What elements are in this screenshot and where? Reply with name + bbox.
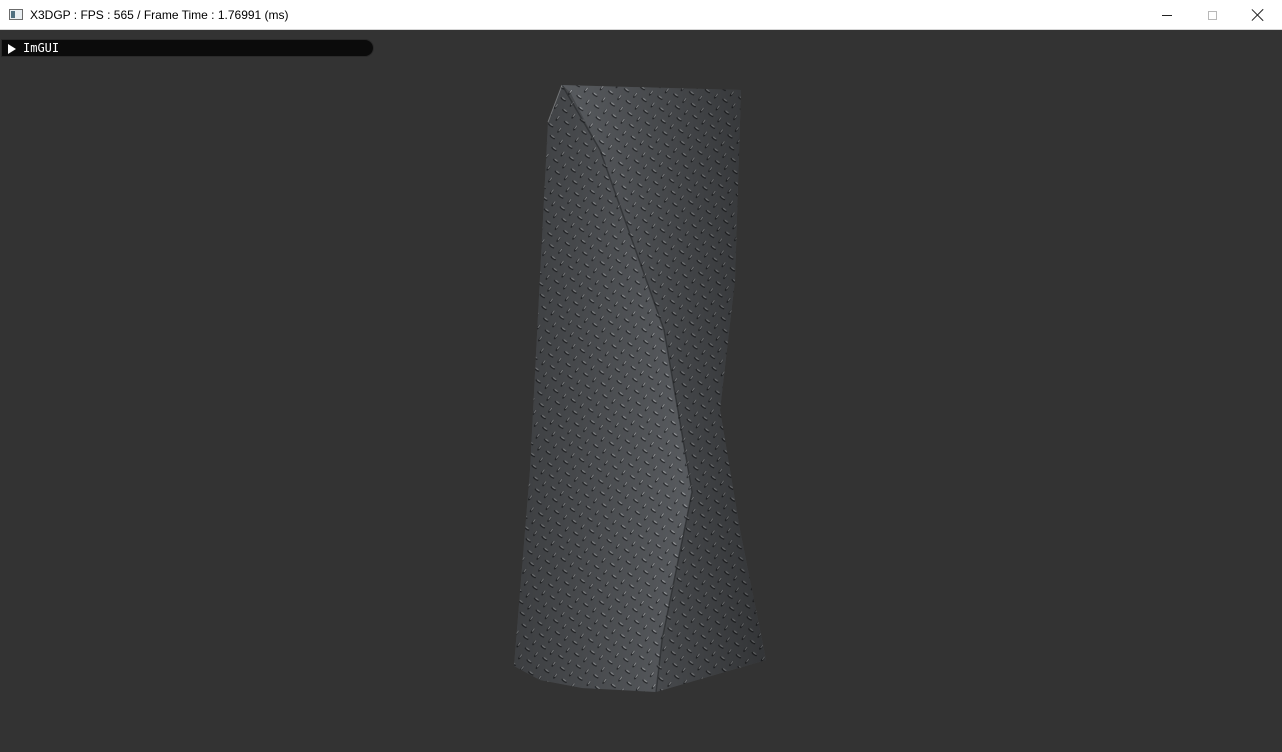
- minimize-icon: [1162, 14, 1172, 16]
- imgui-header-label: ImGUI: [23, 41, 60, 55]
- window-title: X3DGP : FPS : 565 / Frame Time : 1.76991…: [30, 8, 289, 22]
- imgui-collapsing-header[interactable]: ImGUI: [1, 39, 374, 57]
- close-icon: [1251, 8, 1265, 22]
- expand-arrow-icon[interactable]: [8, 44, 16, 54]
- minimize-button[interactable]: [1144, 0, 1190, 30]
- close-button[interactable]: [1235, 0, 1281, 30]
- window-titlebar[interactable]: X3DGP : FPS : 565 / Frame Time : 1.76991…: [0, 0, 1282, 30]
- maximize-button[interactable]: [1189, 0, 1235, 30]
- maximize-icon: [1207, 10, 1217, 20]
- app-window-icon: [9, 9, 23, 20]
- scene-render: [514, 84, 766, 693]
- twisted-metal-prism: [514, 84, 766, 693]
